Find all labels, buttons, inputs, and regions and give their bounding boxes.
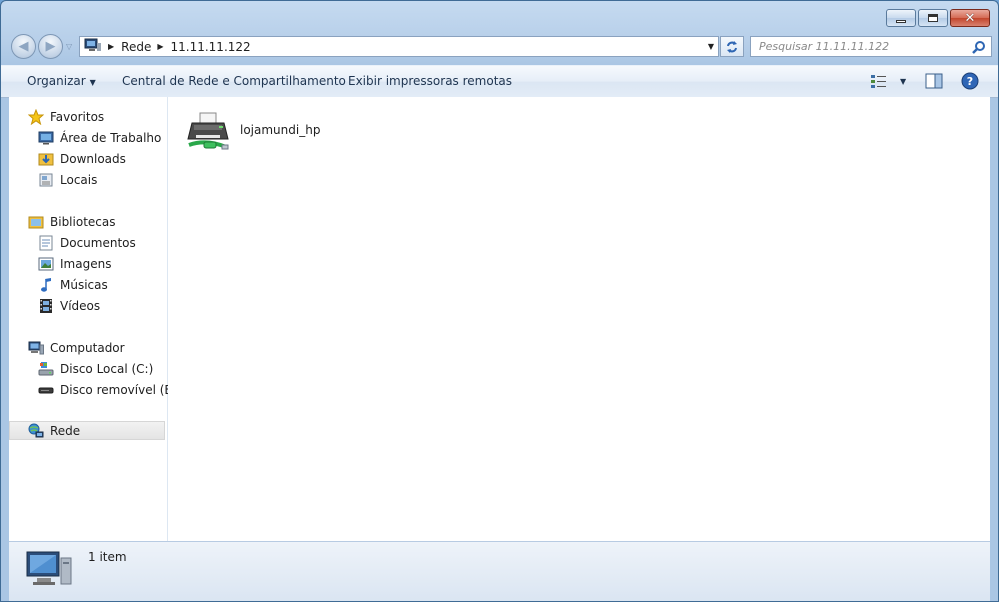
arrow-right-icon: ▶: [45, 39, 56, 54]
change-view-button[interactable]: ▼: [870, 73, 906, 89]
arrow-left-icon: ◀: [18, 39, 29, 54]
search-input[interactable]: [757, 39, 971, 54]
sidebar-label: Vídeos: [60, 298, 101, 313]
window-controls: ✕: [886, 9, 990, 27]
videos-icon: [38, 298, 54, 314]
printer-name: lojamundi_hp: [240, 123, 321, 137]
network-computer-icon: [84, 38, 102, 55]
sidebar-label: Rede: [50, 423, 81, 438]
chevron-down-icon: ▼: [900, 76, 907, 86]
desktop-icon: [38, 130, 54, 146]
music-note-icon: [38, 277, 54, 293]
sidebar-item-imagens[interactable]: Imagens: [38, 254, 111, 273]
explorer-window: ✕ ◀ ▶ ▽ ▶ Rede ▶ 11.11.11.122 ▼ Organiza…: [0, 0, 999, 602]
sidebar-label: Músicas: [60, 277, 108, 292]
search-icon[interactable]: [972, 40, 986, 57]
refresh-icon: [727, 40, 737, 53]
chevron-down-icon: ▼: [89, 78, 96, 87]
breadcrumb-rede[interactable]: Rede: [121, 40, 151, 54]
sidebar-label: Bibliotecas: [50, 214, 116, 229]
sidebar-item-area-de-trabalho[interactable]: Área de Trabalho: [38, 128, 161, 147]
sidebar-label: Área de Trabalho: [60, 130, 162, 145]
sidebar-label: Favoritos: [50, 109, 105, 124]
minimize-icon: [896, 19, 906, 23]
sidebar-label: Disco Local (C:): [60, 361, 154, 376]
network-icon: [28, 423, 44, 439]
navigation-row: ◀ ▶ ▽ ▶ Rede ▶ 11.11.11.122 ▼: [9, 34, 992, 60]
star-icon: [28, 108, 44, 125]
pictures-icon: [38, 256, 54, 272]
computer-icon: [28, 340, 44, 356]
svg-text:?: ?: [967, 75, 973, 88]
sidebar-label: Imagens: [60, 256, 112, 271]
view-details-icon: [871, 75, 886, 88]
libraries-icon: [28, 214, 44, 230]
minimize-button[interactable]: [886, 9, 916, 27]
network-printer-icon: [186, 111, 232, 156]
sidebar-item-locais[interactable]: Locais: [38, 170, 97, 189]
address-history-dropdown-icon[interactable]: ▼: [708, 42, 714, 51]
downloads-folder-icon: [38, 151, 54, 167]
preview-pane-icon: [925, 73, 943, 89]
sidebar-item-musicas[interactable]: Músicas: [38, 275, 108, 294]
close-button[interactable]: ✕: [950, 9, 990, 27]
breadcrumb-separator-icon[interactable]: ▶: [157, 42, 163, 51]
forward-button[interactable]: ▶: [38, 34, 63, 59]
network-sharing-center-button[interactable]: Central de Rede e Compartilhamento: [122, 74, 346, 88]
preview-pane-button[interactable]: [925, 73, 943, 92]
maximize-icon: [928, 14, 938, 22]
sidebar-item-documentos[interactable]: Documentos: [38, 233, 136, 252]
sidebar-item-disco-removivel[interactable]: Disco removível (E:): [38, 380, 181, 399]
search-box[interactable]: [750, 36, 992, 57]
sidebar-favoritos[interactable]: Favoritos: [28, 107, 104, 126]
sidebar-rede[interactable]: Rede: [9, 421, 165, 440]
address-bar[interactable]: ▶ Rede ▶ 11.11.11.122 ▼: [79, 36, 719, 57]
status-bar: 1 item: [9, 541, 990, 601]
sidebar-label: Disco removível (E:): [60, 382, 181, 397]
sidebar-label: Computador: [50, 340, 125, 355]
sidebar-label: Downloads: [60, 151, 126, 166]
recent-places-icon: [38, 172, 54, 188]
recent-pages-dropdown[interactable]: ▽: [66, 42, 72, 51]
command-bar: Organizar ▼ Central de Rede e Compartilha…: [1, 65, 998, 98]
sidebar-label: Locais: [60, 172, 98, 187]
printer-item[interactable]: lojamundi_hp: [186, 111, 320, 156]
help-button[interactable]: ?: [961, 72, 979, 93]
help-icon: ?: [961, 72, 979, 90]
sidebar-item-videos[interactable]: Vídeos: [38, 296, 100, 315]
documents-icon: [38, 235, 54, 251]
sidebar-bibliotecas[interactable]: Bibliotecas: [28, 212, 115, 231]
show-remote-printers-button[interactable]: Exibir impressoras remotas: [348, 74, 512, 88]
refresh-button[interactable]: [720, 36, 744, 57]
maximize-button[interactable]: [918, 9, 948, 27]
navigation-pane: Favoritos Área de Trabalho Downloads Loc…: [9, 97, 181, 541]
organizar-menu[interactable]: Organizar ▼: [27, 74, 96, 88]
local-disk-icon: [38, 361, 54, 377]
removable-disk-icon: [38, 382, 54, 398]
breadcrumb-ip[interactable]: 11.11.11.122: [171, 40, 251, 54]
breadcrumb-separator-icon[interactable]: ▶: [108, 42, 114, 51]
sidebar-computador[interactable]: Computador: [28, 338, 125, 357]
network-computer-icon: [25, 548, 73, 591]
close-icon: ✕: [964, 10, 976, 26]
sidebar-item-downloads[interactable]: Downloads: [38, 149, 126, 168]
sidebar-label: Documentos: [60, 235, 136, 250]
item-count: 1 item: [88, 550, 127, 564]
sidebar-item-disco-local[interactable]: Disco Local (C:): [38, 359, 153, 378]
content-area: lojamundi_hp: [168, 97, 990, 541]
back-button[interactable]: ◀: [11, 34, 36, 59]
